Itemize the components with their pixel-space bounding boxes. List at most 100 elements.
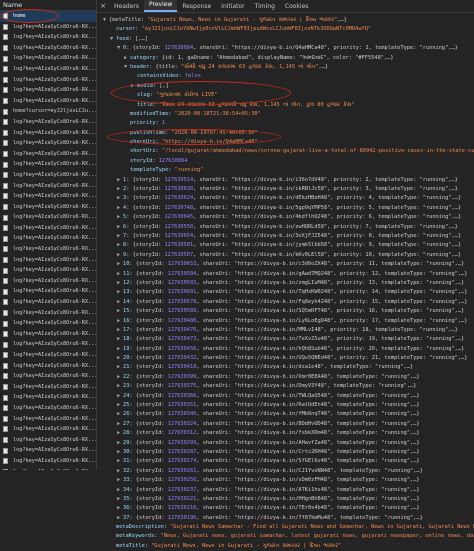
json-tree-row[interactable]: ▶ 34: {storyId: 127630237, shareUri: "htt… [103,486,474,495]
json-tree-row[interactable]: ▶ 20: {storyId: 127630432, shareUri: "htt… [103,354,474,363]
json-tree-row[interactable]: ▶ 3: {storyId: 127630624, shareUri: "http… [103,194,474,203]
request-row[interactable]: log?key=AIzaSyCx8Oru6-RX... [0,445,96,456]
json-tree-row[interactable]: ▶ 33: {storyId: 127630250, shareUri: "htt… [103,476,474,485]
tab-headers[interactable]: Headers [109,1,144,12]
json-tree-row[interactable]: containsVideo: false [103,72,474,81]
request-row[interactable]: log?key=AIzaSyCx8Oru6-RX... [0,265,96,276]
json-tree-row[interactable]: ▼ {metaTitle: "Gujarati News, News in Guj… [103,16,474,25]
request-row[interactable]: log?key=AIzaSyCx8Oru6-RX... [0,43,96,54]
request-row[interactable]: log?key=AIzaSyCx8Oru6-RX... [0,75,96,86]
request-row[interactable]: log?key=AIzaSyCx8Oru6-RX... [0,149,96,160]
json-tree-row[interactable]: ▶ 21: {storyId: 127630418, shareUri: "htt… [103,363,474,372]
json-tree-row[interactable]: ▶ 15: {storyId: 127630589, shareUri: "htt… [103,307,474,316]
request-row[interactable]: log?key=AIzaSyCx8Oru6-RX... [0,424,96,435]
json-tree-row[interactable]: ▶ category: {id: 1, gaDname: "Ahmedabad",… [103,54,474,63]
request-row[interactable]: log?key=AIzaSyCx8Oru6-RX... [0,318,96,329]
json-tree-row[interactable]: ▶ 37: {storyId: 127630196, shareUri: "htt… [103,514,474,523]
json-tree-row[interactable]: metaTitle: "Gujarati News, News in Gujar… [103,542,474,551]
json-tree-row[interactable]: ▶ 16: {storyId: 127630480, shareUri: "htt… [103,317,474,326]
request-row[interactable]: log?key=AIzaSyCx8Oru6-RX... [0,85,96,96]
tab-preview[interactable]: Preview [143,0,178,12]
json-tree-row[interactable]: ▶ 8: {storyId: 127630501, shareUri: "http… [103,241,474,250]
request-row[interactable]: log?key=AIzaSyCx8Oru6-RX... [0,244,96,255]
request-row[interactable]: log?key=AIzaSyCx8Oru6-RX... [0,435,96,446]
request-row[interactable]: log?key=AIzaSyCx8Oru6-RX... [0,212,96,223]
json-tree-row[interactable]: ▶ 30: {storyId: 127630287, shareUri: "htt… [103,448,474,457]
request-row[interactable]: log?key=AIzaSyCx8Oru6-RX... [0,181,96,192]
json-tree-row[interactable]: ▶ 32: {storyId: 127630261, shareUri: "htt… [103,467,474,476]
tab-timing[interactable]: Timing [250,1,280,12]
request-row[interactable]: log?key=AIzaSyCx8Oru6-RX... [0,138,96,149]
request-row[interactable]: log?key=AIzaSyCx8Oru6-RX... [0,308,96,319]
json-tree-row[interactable]: ▼ feed: [,…] [103,35,474,44]
request-row[interactable]: log?key=AIzaSyCx8Oru6-RX... [0,329,96,340]
json-tree-row[interactable]: ▶ 2: {storyId: 127630630, shareUri: "http… [103,185,474,194]
request-row[interactable]: log?key=AIzaSyCx8Oru6-RX... [0,159,96,170]
tab-response[interactable]: Response [177,1,216,12]
request-row[interactable]: home?cursor=eyJ2ljoxLCJu... [0,106,96,117]
json-tree-row[interactable]: ▶ 17: {storyId: 127630470, shareUri: "htt… [103,326,474,335]
request-row[interactable]: log?key=AIzaSyCx8Oru6-RX... [0,276,96,287]
json-tree-row[interactable]: ▶ 5: {storyId: 127630645, shareUri: "http… [103,213,474,222]
request-row[interactable]: log?key=AIzaSyCx8Oru6-RX... [0,339,96,350]
tab-initiator[interactable]: Initiator [216,1,249,12]
json-tree-row[interactable]: ▶ 4: {storyId: 127630748, shareUri: "http… [103,204,474,213]
request-row[interactable]: log?key=AIzaSyCx8Oru6-RX... [0,96,96,107]
json-tree-row[interactable]: ▶ 1: {storyId: 127630514, shareUri: "http… [103,176,474,185]
request-row[interactable]: log?key=AIzaSyCx8Oru6-RX... [0,32,96,43]
request-row[interactable]: log?key=AIzaSyCx8Oru6-RX... [0,223,96,234]
json-tree-row[interactable]: ▶ 6: {storyId: 127630550, shareUri: "http… [103,223,474,232]
request-row[interactable]: log?key=AIzaSyCx8Oru6-RX... [0,361,96,372]
json-tree-row[interactable]: metaKeywords: "News, Gujarati news, guja… [103,532,474,541]
json-tree-row[interactable]: ▶ 29: {storyId: 127630299, shareUri: "htt… [103,439,474,448]
request-row[interactable]: log?key=AIzaSyCx8Oru6-RX... [0,191,96,202]
json-tree-row[interactable]: ▶ 7: {storyId: 127630654, shareUri: "http… [103,232,474,241]
json-tree-row[interactable]: shortUri: "/local/gujarat/ahmedabad/news… [103,147,474,156]
request-row[interactable]: log?key=AIzaSyCx8Oru6-RX... [0,350,96,361]
json-tree-row[interactable]: ▶ 19: {storyId: 127630456, shareUri: "htt… [103,345,474,354]
json-tree-row[interactable]: ▶ 12: {storyId: 127630503, shareUri: "htt… [103,279,474,288]
request-row[interactable]: log?key=AIzaSyCx8Oru6-RX... [0,255,96,266]
json-tree-row[interactable]: modifiedTime: "2020-08-18T21:38:54+05:30… [103,110,474,119]
request-row[interactable]: log?key=AIzaSyCx8Oru6-RX... [0,170,96,181]
json-tree-row[interactable]: ▶ 11: {storyId: 127630504, shareUri: "htt… [103,270,474,279]
request-row[interactable]: log?key=AIzaSyCx8Oru6-RX... [0,297,96,308]
request-row[interactable]: log?key=AIzaSyCx8Oru6-RX... [0,53,96,64]
json-tree-row[interactable]: ▶ 18: {storyId: 127630473, shareUri: "htt… [103,335,474,344]
request-row[interactable]: log?key=AIzaSyCx8Oru6-RX... [0,392,96,403]
json-tree-row[interactable]: ▼ header: {title: "સૌથી વધુ 24 કલાકમાં 63… [103,63,474,72]
request-row[interactable]: log?key=AIzaSyCx8Oru6-RX... [0,371,96,382]
json-tree-row[interactable]: storyId: 127630084 [103,157,474,166]
json-tree-row[interactable]: ▶ 9: {storyId: 127630507, shareUri: "http… [103,251,474,260]
json-tree-row[interactable]: templateType: "running" [103,166,474,175]
json-tree-row[interactable]: cursor: "eyJ2IjoxLCJoYXNwIjp0cnVlLCJmbWF… [103,25,474,34]
json-tree-row[interactable]: ▶ 10: {storyId: 127630653, shareUri: "htt… [103,260,474,269]
request-row[interactable]: log?key=AIzaSyCx8Oru6-RX... [0,467,96,470]
request-row[interactable]: log?key=AIzaSyCx8Oru6-RX... [0,202,96,213]
json-tree-row[interactable]: ▼ 0: {storyId: 127630084, shareUri: "http… [103,44,474,53]
request-row[interactable]: log?key=AIzaSyCx8Oru6-RX... [0,382,96,393]
json-tree-row[interactable]: ▶ 25: {storyId: 127630351, shareUri: "htt… [103,401,474,410]
request-row[interactable]: log?key=AIzaSyCx8Oru6-RX... [0,286,96,297]
request-row[interactable]: log?key=AIzaSyCx8Oru6-RX... [0,414,96,425]
json-tree-row[interactable]: ▶ 27: {storyId: 127630324, shareUri: "htt… [103,420,474,429]
json-tree-row[interactable]: ▶ 28: {storyId: 127630312, shareUri: "htt… [103,429,474,438]
tab-cookies[interactable]: Cookies [280,1,314,12]
request-row[interactable]: log?key=AIzaSyCx8Oru6-RX... [0,403,96,414]
json-tree-row[interactable]: priority: 1 [103,119,474,128]
json-tree-row[interactable]: ▶ 24: {storyId: 127630366, shareUri: "htt… [103,392,474,401]
json-tree-row[interactable]: ▶ 36: {storyId: 127630210, shareUri: "htt… [103,504,474,513]
json-tree-row[interactable]: ▶ 26: {storyId: 127630340, shareUri: "htt… [103,410,474,419]
json-tree-row[interactable]: ▶ 14: {storyId: 127630578, shareUri: "htt… [103,298,474,307]
json-tree-row[interactable]: ▶ 22: {storyId: 127630399, shareUri: "htt… [103,373,474,382]
close-icon[interactable]: × [97,0,109,12]
json-tree-row[interactable]: ▶ 13: {storyId: 127630601, shareUri: "htt… [103,288,474,297]
request-row[interactable]: log?key=AIzaSyCx8Oru6-RX... [0,456,96,467]
request-row[interactable]: log?key=AIzaSyCx8Oru6-RX... [0,22,96,33]
json-tree-row[interactable]: metaDescription: "Gujarati News Samachar… [103,523,474,532]
json-tree-row[interactable]: ▶ 31: {storyId: 127630274, shareUri: "htt… [103,457,474,466]
request-row[interactable]: log?key=AIzaSyCx8Oru6-RX... [0,64,96,75]
request-row[interactable]: log?key=AIzaSyCx8Oru6-RX... [0,233,96,244]
request-row[interactable]: log?key=AIzaSyCx8Oru6-RX... [0,117,96,128]
json-tree-row[interactable]: ▶ 23: {storyId: 127630375, shareUri: "htt… [103,382,474,391]
